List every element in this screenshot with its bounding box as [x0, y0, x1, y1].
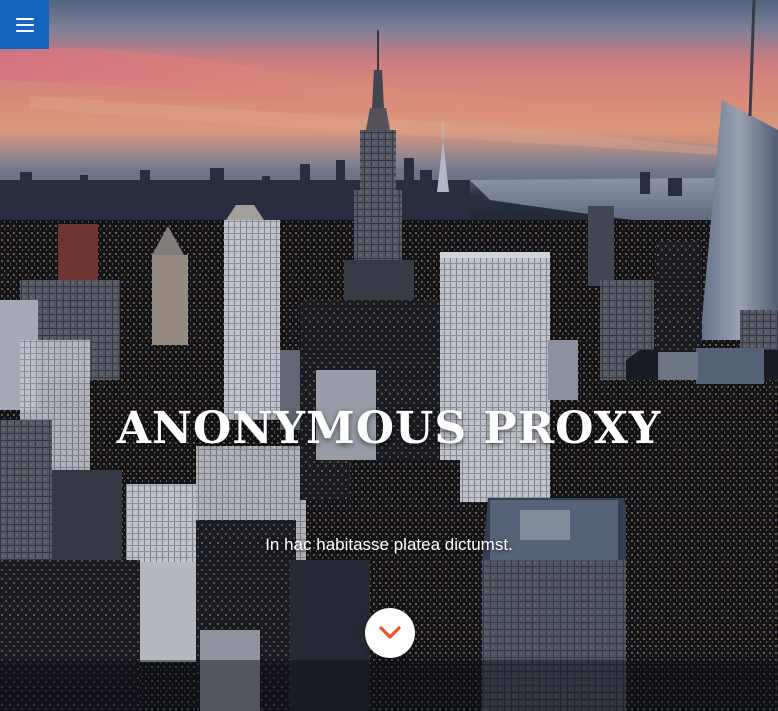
hero-overlay	[0, 0, 778, 711]
scroll-down-button[interactable]	[365, 608, 415, 658]
menu-icon-line	[15, 29, 34, 32]
hero-section: ANONYMOUS PROXY In hac habitasse platea …	[0, 0, 778, 711]
menu-icon-line	[15, 23, 34, 26]
menu-icon-line	[15, 17, 34, 20]
hero-title: ANONYMOUS PROXY	[116, 403, 662, 454]
hero-subtitle: In hac habitasse platea dictumst.	[265, 535, 513, 554]
chevron-down-icon	[379, 626, 401, 639]
menu-button[interactable]	[0, 0, 49, 49]
hamburger-menu-icon	[15, 17, 34, 32]
